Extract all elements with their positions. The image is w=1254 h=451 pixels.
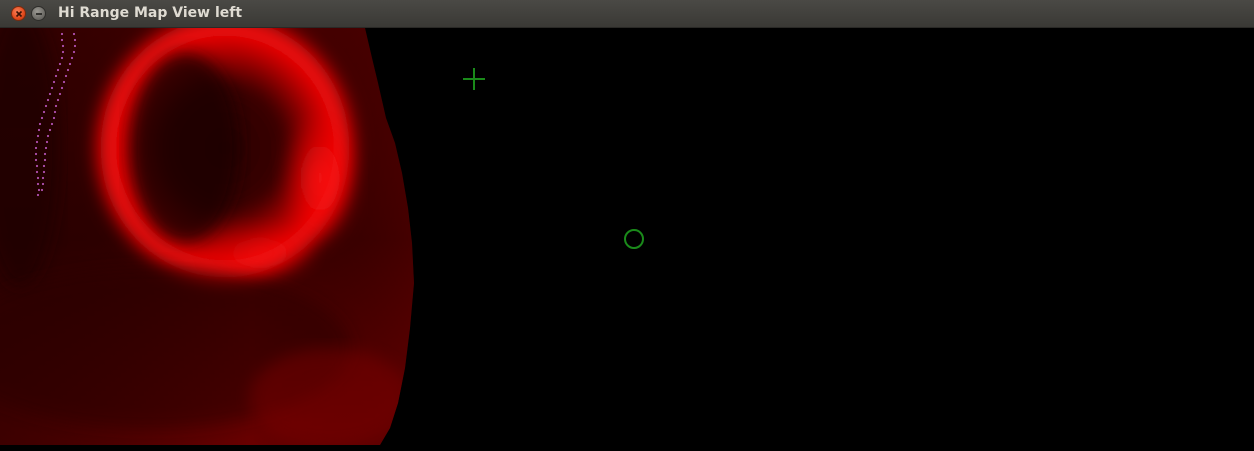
- range-map-canvas: [0, 28, 644, 445]
- title-bar[interactable]: Hi Range Map View left: [0, 0, 1254, 28]
- crosshair-icon: [463, 68, 485, 90]
- range-map-view[interactable]: [0, 28, 1254, 451]
- minimize-button[interactable]: [31, 6, 46, 21]
- close-icon: [15, 10, 23, 18]
- close-button[interactable]: [11, 6, 26, 21]
- minimize-icon: [36, 13, 42, 15]
- target-circle-icon: [624, 229, 644, 249]
- range-map-blob: [0, 28, 414, 445]
- window: Hi Range Map View left: [0, 0, 1254, 451]
- window-title: Hi Range Map View left: [58, 5, 243, 21]
